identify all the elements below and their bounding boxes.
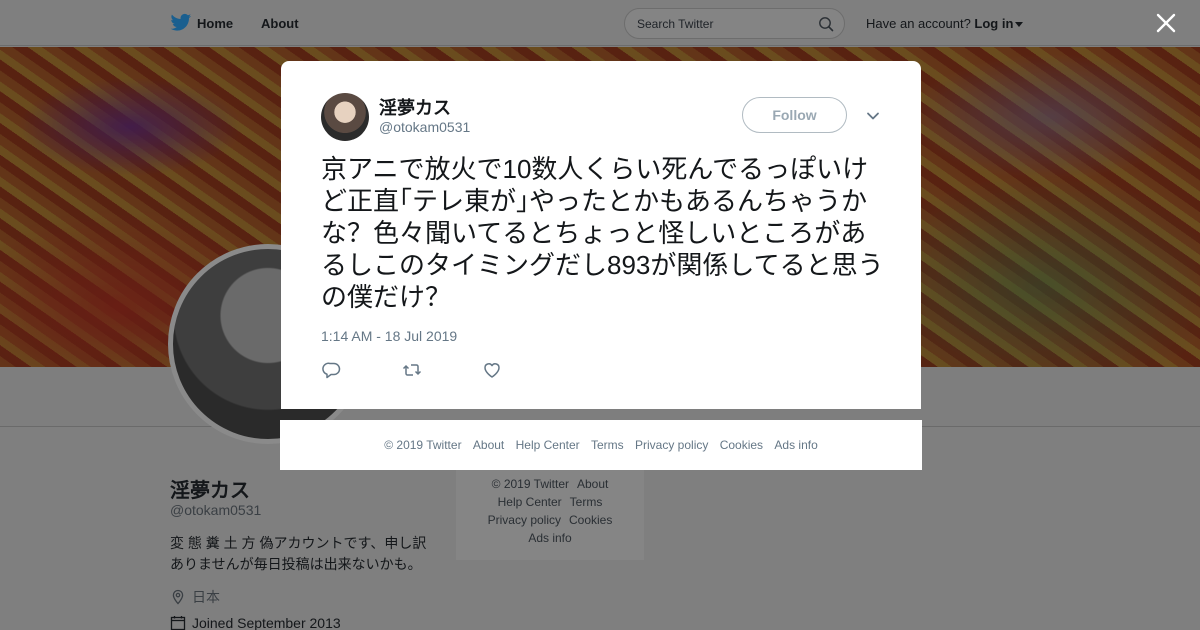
profile-handle[interactable]: @otokam0531: [170, 502, 261, 518]
profile-joined-text: Joined September 2013: [192, 615, 341, 630]
sidebar-footer-cookies[interactable]: Cookies: [569, 513, 612, 527]
footer-ads-link[interactable]: Ads info: [774, 438, 817, 452]
footer-help-link[interactable]: Help Center: [516, 438, 580, 452]
search-input[interactable]: Search Twitter: [624, 8, 845, 39]
footer-copyright: © 2019 Twitter: [384, 438, 462, 452]
tweet-author-avatar[interactable]: [321, 93, 369, 141]
sidebar-footer-copyright: © 2019 Twitter: [491, 477, 569, 491]
sidebar-footer-about[interactable]: About: [577, 477, 608, 491]
footer-cookies-link[interactable]: Cookies: [720, 438, 763, 452]
follow-button[interactable]: Follow: [742, 97, 847, 133]
footer-privacy-link[interactable]: Privacy policy: [635, 438, 708, 452]
chevron-down-icon[interactable]: [865, 108, 881, 124]
tweet-author-name[interactable]: 淫夢カス: [379, 94, 451, 120]
login-link[interactable]: Log in: [974, 16, 1013, 31]
search-placeholder: Search Twitter: [637, 17, 714, 31]
tweet-text: 京アニで放火で10数人くらい死んでるっぽいけど正直｢テレ東が｣やったとかもあるん…: [321, 154, 884, 312]
profile-bio: 変 態 糞 土 方 偽アカウントです、申し訳ありませんが毎日投稿は出来ないかも。: [170, 535, 427, 572]
caret-down-icon[interactable]: [1015, 22, 1024, 28]
top-navigation-bar: Home About Search Twitter Have an accoun…: [0, 0, 1200, 46]
tweet-permalink-modal: 淫夢カス @otokam0531 Follow 京アニで放火で10数人くらい死ん…: [281, 61, 921, 409]
footer-terms-link[interactable]: Terms: [591, 438, 624, 452]
search-icon[interactable]: [818, 16, 834, 32]
sidebar-footer-privacy[interactable]: Privacy policy: [488, 513, 561, 527]
profile-joined: Joined September 2013: [170, 615, 341, 630]
sidebar-footer: © 2019 Twitter About Help Center Terms Pri…: [456, 468, 644, 560]
account-prompt: Have an account?: [866, 16, 971, 31]
profile-location: 日本: [170, 587, 220, 607]
profile-name[interactable]: 淫夢カス: [170, 474, 250, 503]
reply-icon[interactable]: [322, 360, 342, 380]
sidebar-footer-ads[interactable]: Ads info: [528, 531, 571, 545]
nav-about-link[interactable]: About: [261, 16, 299, 31]
location-icon: [172, 589, 184, 605]
calendar-icon: [170, 616, 186, 630]
sidebar-footer-help[interactable]: Help Center: [498, 495, 562, 509]
like-icon[interactable]: [482, 360, 502, 380]
retweet-icon[interactable]: [402, 360, 422, 380]
close-icon[interactable]: [1155, 12, 1177, 34]
twitter-bird-icon[interactable]: [170, 13, 192, 33]
account-menu[interactable]: Have an account? Log in: [866, 16, 1024, 31]
sidebar-footer-terms[interactable]: Terms: [570, 495, 603, 509]
nav-home-link[interactable]: Home: [197, 16, 233, 31]
tweet-timestamp[interactable]: 1:14 AM - 18 Jul 2019: [321, 328, 457, 344]
modal-footer: © 2019 Twitter About Help Center Terms P…: [280, 420, 922, 470]
tweet-author-handle[interactable]: @otokam0531: [379, 119, 470, 135]
footer-about-link[interactable]: About: [473, 438, 504, 452]
profile-location-text: 日本: [192, 589, 220, 605]
